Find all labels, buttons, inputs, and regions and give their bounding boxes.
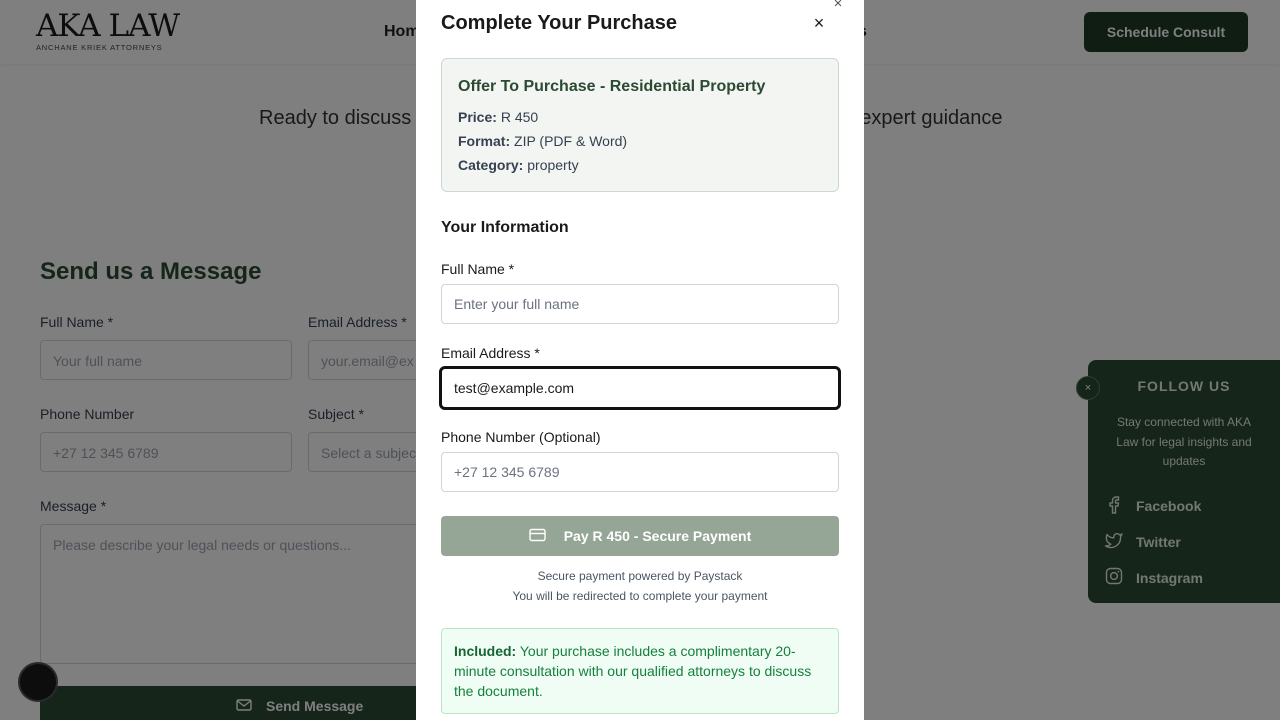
pay-button-label: Pay R 450 - Secure Payment — [563, 528, 752, 544]
full-name-label: Full Name * — [441, 261, 515, 277]
product-name: Offer To Purchase - Residential Property — [458, 78, 766, 95]
credit-card-icon — [529, 528, 546, 545]
product-format: Format: ZIP (PDF & Word) — [458, 133, 627, 149]
modal-title: Complete Your Purchase — [441, 12, 677, 34]
full-name-input[interactable]: Enter your full name — [441, 284, 839, 324]
category-label: Category: — [458, 157, 524, 173]
phone-label: Phone Number (Optional) — [441, 429, 601, 445]
product-summary-card: Offer To Purchase - Residential Property… — [441, 58, 839, 192]
payment-provider-note: Secure payment powered by Paystack — [537, 569, 743, 583]
product-category: Category: property — [458, 157, 579, 173]
modal-close-button[interactable]: × — [810, 14, 828, 32]
product-price: Price: R 450 — [458, 109, 538, 125]
format-value: ZIP (PDF & Word) — [514, 133, 628, 149]
email-label: Email Address * — [441, 345, 540, 361]
included-notice: Included: Your purchase includes a compl… — [441, 628, 839, 714]
pay-button[interactable]: Pay R 450 - Secure Payment — [441, 516, 839, 556]
category-value: property — [527, 157, 579, 173]
redirect-note: You will be redirected to complete your … — [512, 589, 768, 603]
email-input[interactable]: test@example.com — [439, 366, 841, 410]
close-icon[interactable]: × — [830, 0, 846, 12]
price-label: Price: — [458, 109, 497, 125]
included-label: Included: — [454, 643, 517, 659]
purchase-modal: × Complete Your Purchase × Offer To Purc… — [416, 0, 864, 720]
format-label: Format: — [458, 133, 511, 149]
phone-input[interactable]: +27 12 345 6789 — [441, 452, 839, 492]
your-information-heading: Your Information — [441, 219, 569, 236]
price-value: R 450 — [500, 109, 539, 125]
